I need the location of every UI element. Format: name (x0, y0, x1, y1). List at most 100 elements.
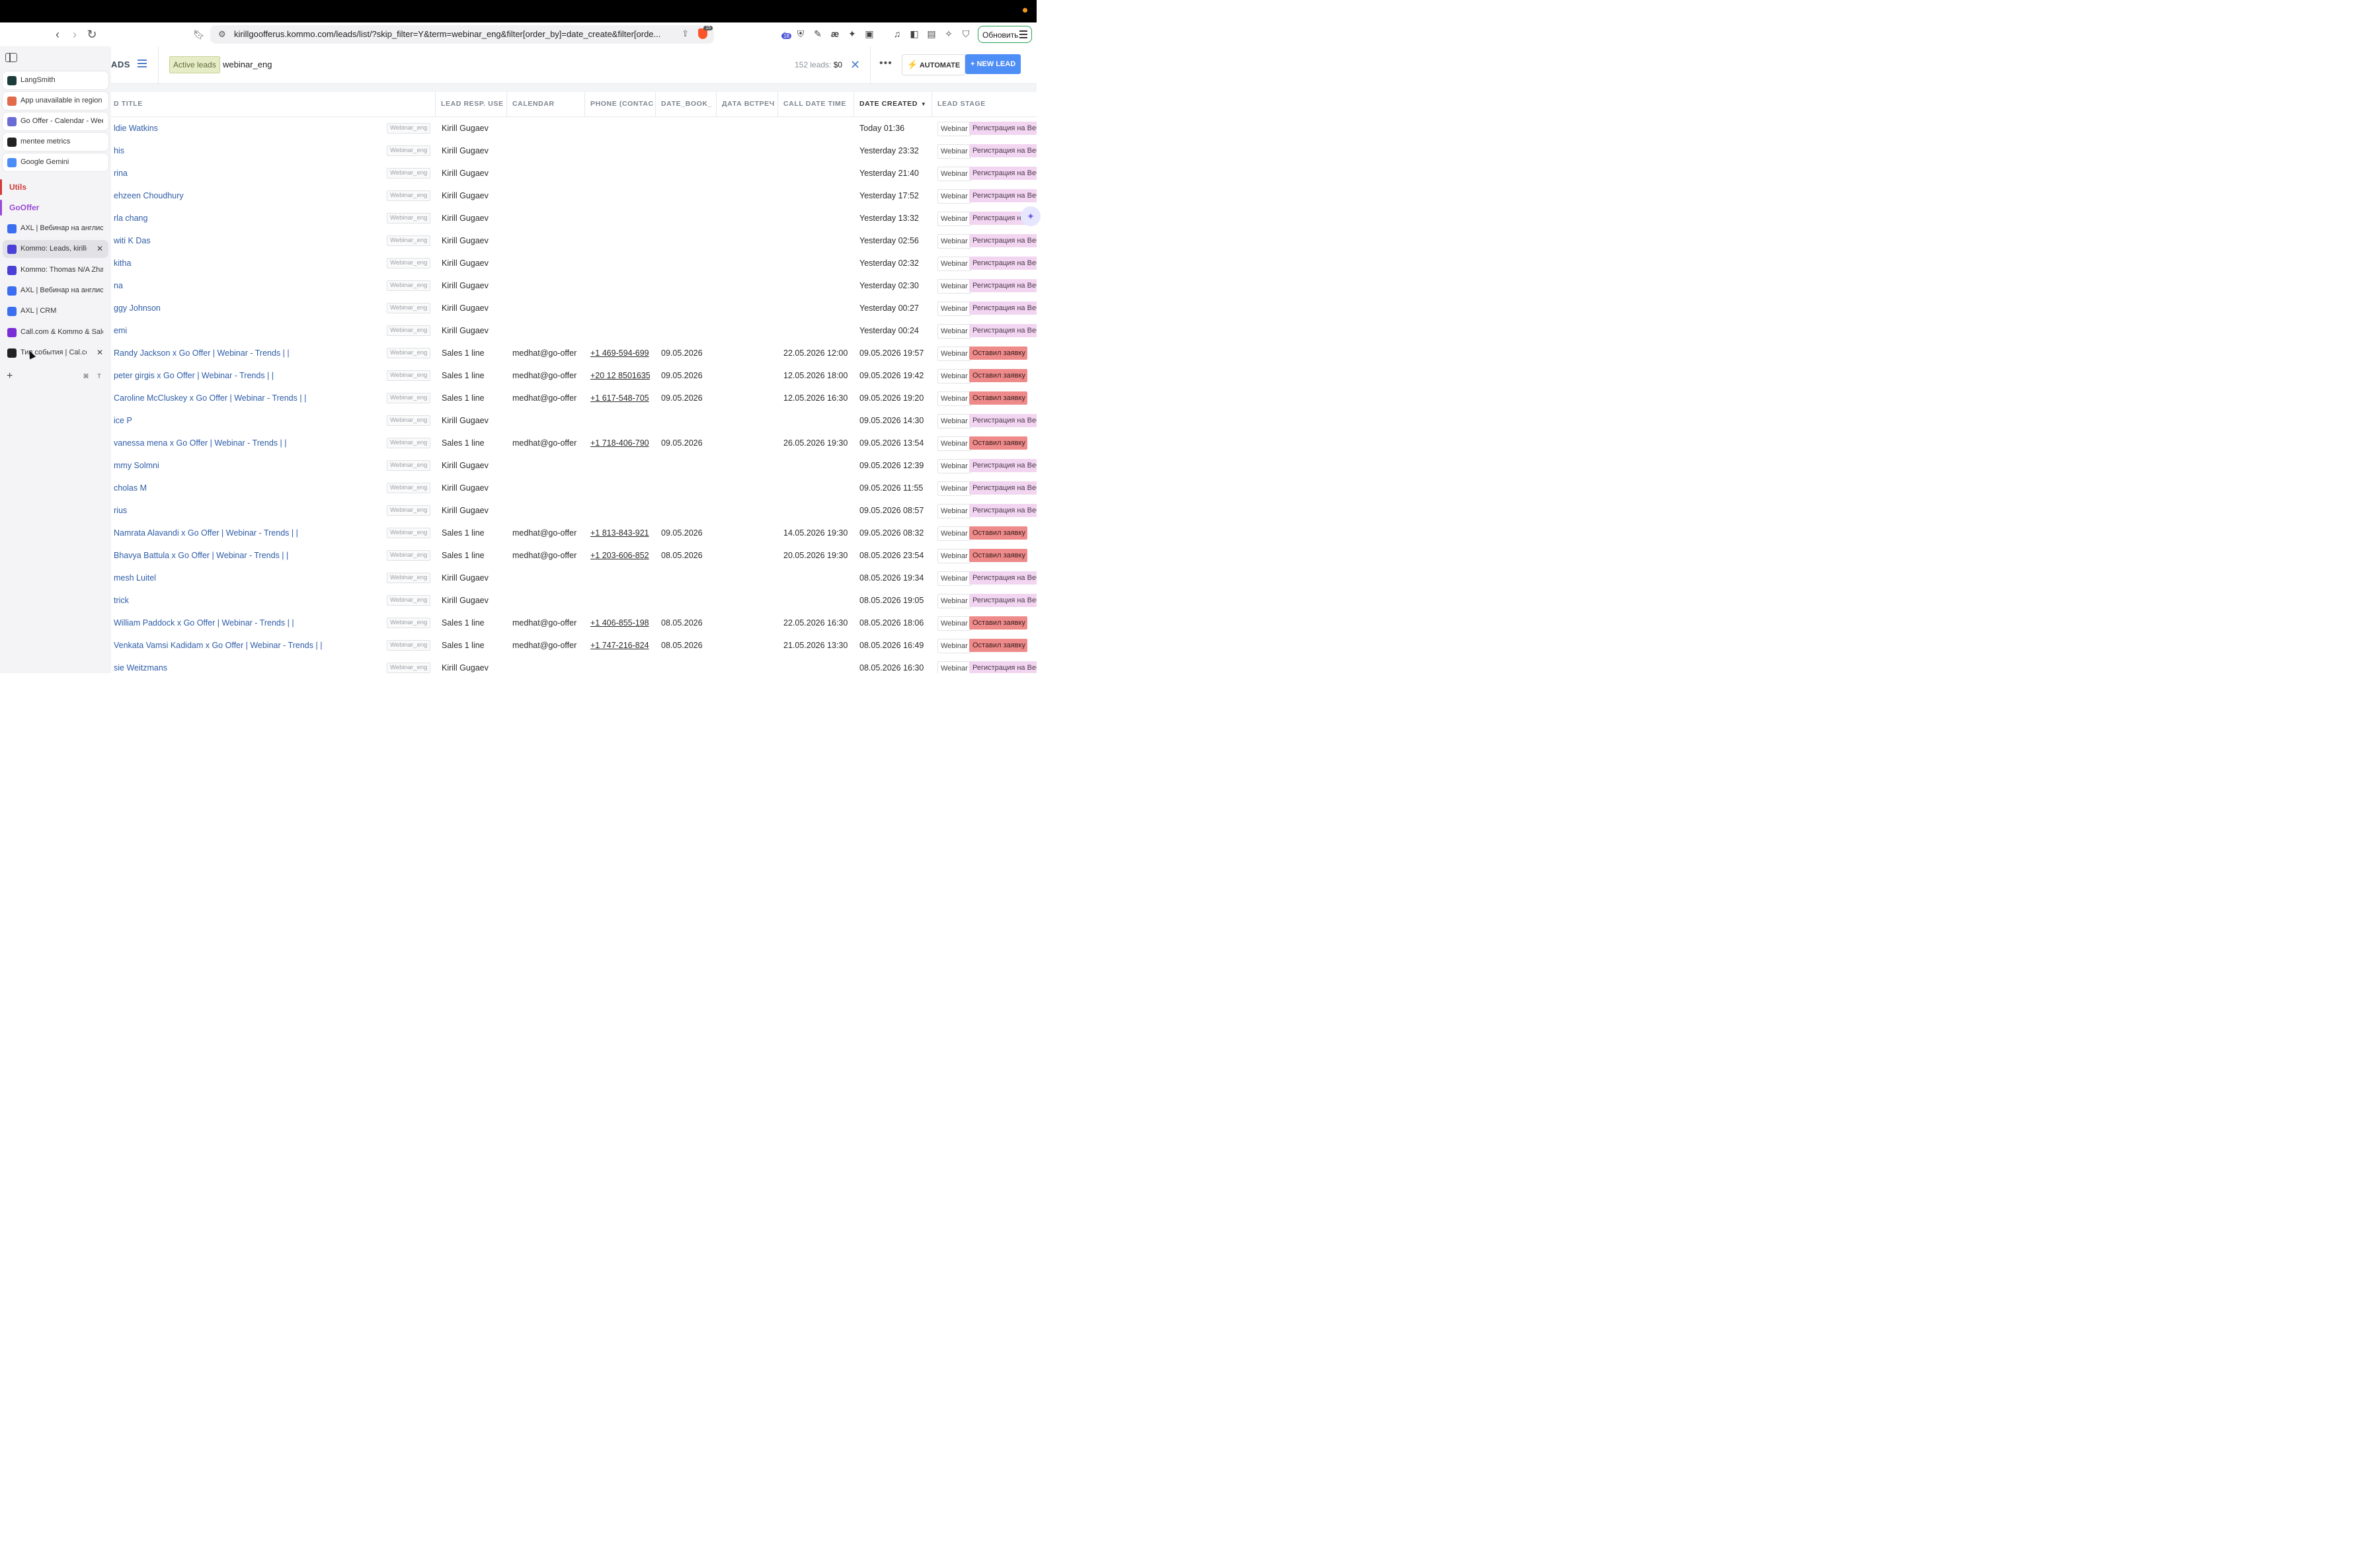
share-icon[interactable]: ⇪ (682, 28, 689, 39)
table-row[interactable]: mmy Solmni Webinar_eng Kirill Gugaev 09.05.… (111, 454, 1037, 477)
pinned-tab[interactable]: mentee metrics (3, 133, 108, 151)
lead-title-link[interactable]: Namrata Alavandi x Go Offer | Webinar - … (114, 522, 385, 544)
pinned-tab[interactable]: App unavailable in region (3, 92, 108, 110)
vpn-shield-icon[interactable]: ⛉ (960, 28, 972, 40)
table-row[interactable]: Caroline McCluskey x Go Offer | Webinar … (111, 387, 1037, 410)
sidebar-tab[interactable]: Call.com & Kommo & Sales (3, 323, 108, 341)
lead-title-link[interactable]: sie Weitzmans (114, 657, 385, 673)
sidebar-tab[interactable]: Kommo: Thomas N/A Zhang (3, 261, 108, 279)
table-row[interactable]: Namrata Alavandi x Go Offer | Webinar - … (111, 522, 1037, 545)
table-row[interactable]: ldie Watkins Webinar_eng Kirill Gugaev Toda… (111, 117, 1037, 140)
lead-title-link[interactable]: kitha (114, 252, 385, 274)
automate-button[interactable]: ⚡ AUTOMATE (902, 54, 966, 75)
sidebar-toggle-icon[interactable] (5, 53, 17, 62)
table-row[interactable]: William Paddock x Go Offer | Webinar - T… (111, 612, 1037, 635)
update-browser-button[interactable]: Обновить (978, 26, 1032, 43)
tab-folder[interactable]: GoOffer (0, 198, 111, 217)
lead-phone-link[interactable]: +1 406-855-198 (590, 612, 650, 634)
lead-title-link[interactable]: cholas M (114, 477, 385, 499)
sidebar-tab[interactable]: Тип события | Cal.com✕ (3, 344, 108, 362)
tab-folder[interactable]: Utils (0, 178, 111, 196)
list-menu-icon[interactable] (138, 60, 147, 67)
table-row[interactable]: na Webinar_eng Kirill Gugaev Yesterday 02:3… (111, 274, 1037, 298)
table-row[interactable]: rla chang Webinar_eng Kirill Gugaev Yesterd… (111, 207, 1037, 230)
lead-title-link[interactable]: Bhavya Battula x Go Offer | Webinar - Tr… (114, 544, 385, 567)
pinned-tab[interactable]: Go Offer - Calendar - Week (3, 112, 108, 130)
lead-title-link[interactable]: mesh Luitel (114, 567, 385, 589)
ai-sparkle-icon[interactable]: ✦ (1021, 206, 1041, 226)
lead-title-link[interactable]: emi (114, 319, 385, 342)
leo-ai-icon[interactable]: ✧ (943, 28, 955, 40)
lead-title-link[interactable]: mmy Solmni (114, 454, 385, 477)
table-row[interactable]: ggy Johnson Webinar_eng Kirill Gugaev Yeste… (111, 297, 1037, 320)
active-leads-filter-chip[interactable]: Active leads (169, 56, 220, 73)
sidebar-tab[interactable]: Kommo: Leads, kirillgoofferus ✕ (3, 240, 108, 259)
lead-title-link[interactable]: ldie Watkins (114, 117, 385, 140)
sidebar-tab[interactable]: AXL | Вебинар на англиском (3, 220, 108, 237)
lead-title-link[interactable]: na (114, 274, 385, 297)
bookmark-icon[interactable]: 🔖︎ (192, 27, 206, 42)
column-responsible[interactable]: LEAD RESP. USE (435, 92, 506, 116)
pinned-tab[interactable]: LangSmith (3, 71, 108, 89)
lead-phone-link[interactable]: +1 813-843-921 (590, 522, 650, 544)
lead-title-link[interactable]: witi K Das (114, 229, 385, 252)
lead-title-link[interactable]: ehzeen Choudhury (114, 184, 385, 207)
column-title[interactable]: D TITLE (111, 92, 435, 116)
lead-title-link[interactable]: vanessa mena x Go Offer | Webinar - Tren… (114, 432, 385, 454)
back-arrow-icon[interactable]: ‹ (50, 27, 65, 42)
lead-phone-link[interactable]: +1 617-548-705 (590, 387, 650, 409)
new-lead-button[interactable]: + NEW LEAD (965, 54, 1021, 74)
sidebar-tab[interactable]: AXL | Вебинар на англиском (3, 282, 108, 300)
lead-title-link[interactable]: William Paddock x Go Offer | Webinar - T… (114, 612, 385, 634)
table-row[interactable]: emi Webinar_eng Kirill Gugaev Yesterday 00:… (111, 319, 1037, 343)
lead-title-link[interactable]: Randy Jackson x Go Offer | Webinar - Tre… (114, 342, 385, 364)
column-phone[interactable]: PHONE (CONTAC (584, 92, 655, 116)
sidebar-panel-icon[interactable]: ◧ (908, 28, 920, 40)
extension-broom-icon[interactable]: ✎ (812, 28, 824, 40)
extension-window-icon[interactable]: ▣ (863, 28, 875, 40)
table-row[interactable]: sie Weitzmans Webinar_eng Kirill Gugaev 08.… (111, 657, 1037, 673)
lead-title-link[interactable]: rius (114, 499, 385, 522)
table-row[interactable]: kitha Webinar_eng Kirill Gugaev Yesterday 0… (111, 252, 1037, 275)
lead-title-link[interactable]: ice P (114, 409, 385, 432)
lead-phone-link[interactable]: +1 469-594-699 (590, 342, 650, 364)
wallet-icon[interactable]: ▤ (926, 28, 937, 40)
extension-ae-icon[interactable]: æ (829, 28, 841, 40)
lead-title-link[interactable]: peter girgis x Go Offer | Webinar - Tren… (114, 364, 385, 387)
more-options-icon[interactable]: ••• (879, 46, 892, 81)
table-row[interactable]: ice P Webinar_eng Kirill Gugaev 09.05.2026 … (111, 409, 1037, 432)
lead-phone-link[interactable]: +1 203-606-852 (590, 544, 650, 567)
url-text[interactable]: kirillgoofferus.kommo.com/leads/list/?sk… (234, 25, 670, 44)
lead-phone-link[interactable]: +20 12 8501635 (590, 364, 650, 387)
pinned-tab[interactable]: Google Gemini (3, 153, 108, 171)
table-row[interactable]: rius Webinar_eng Kirill Gugaev 09.05.2026 0… (111, 499, 1037, 522)
reload-icon[interactable]: ↻ (85, 27, 99, 42)
table-row[interactable]: Bhavya Battula x Go Offer | Webinar - Tr… (111, 544, 1037, 567)
table-row[interactable]: vanessa mena x Go Offer | Webinar - Tren… (111, 432, 1037, 455)
lead-title-link[interactable]: rla chang (114, 207, 385, 229)
close-tab-icon[interactable]: ✕ (97, 240, 103, 258)
table-row[interactable]: mesh Luitel Webinar_eng Kirill Gugaev 08.05… (111, 567, 1037, 590)
lead-phone-link[interactable]: +1 718-406-790 (590, 432, 650, 454)
table-row[interactable]: rina Webinar_eng Kirill Gugaev Yesterday 21… (111, 162, 1037, 185)
site-settings-icon[interactable]: ⚙︎ (218, 29, 229, 40)
table-row[interactable]: Randy Jackson x Go Offer | Webinar - Tre… (111, 342, 1037, 365)
column-date-book[interactable]: DATE_BOOK_ (655, 92, 716, 116)
forward-arrow-icon[interactable]: › (67, 27, 82, 42)
lead-title-link[interactable]: rina (114, 162, 385, 184)
extension-shield-icon[interactable]: ⛨ (795, 28, 807, 40)
table-row[interactable]: cholas M Webinar_eng Kirill Gugaev 09.05.20… (111, 477, 1037, 500)
lead-title-link[interactable]: his (114, 140, 385, 162)
table-row[interactable]: peter girgis x Go Offer | Webinar - Tren… (111, 364, 1037, 387)
media-note-icon[interactable]: ♫ (891, 28, 903, 40)
sidebar-tab[interactable]: AXL | CRM (3, 302, 108, 320)
close-tab-icon[interactable]: ✕ (97, 344, 103, 362)
column-calendar[interactable]: CALENDAR (506, 92, 584, 116)
table-row[interactable]: trick Webinar_eng Kirill Gugaev 08.05.2026 … (111, 589, 1037, 612)
column-call-date-time[interactable]: CALL DATE TIME (777, 92, 853, 116)
lead-phone-link[interactable]: +1 747-216-824 (590, 634, 650, 657)
table-row[interactable]: Venkata Vamsi Kadidam x Go Offer | Webin… (111, 634, 1037, 657)
column-date-created[interactable]: DATE CREATED ▼ (853, 92, 932, 116)
table-row[interactable]: his Webinar_eng Kirill Gugaev Yesterday 23:… (111, 140, 1037, 163)
search-term[interactable]: webinar_eng (223, 46, 272, 83)
